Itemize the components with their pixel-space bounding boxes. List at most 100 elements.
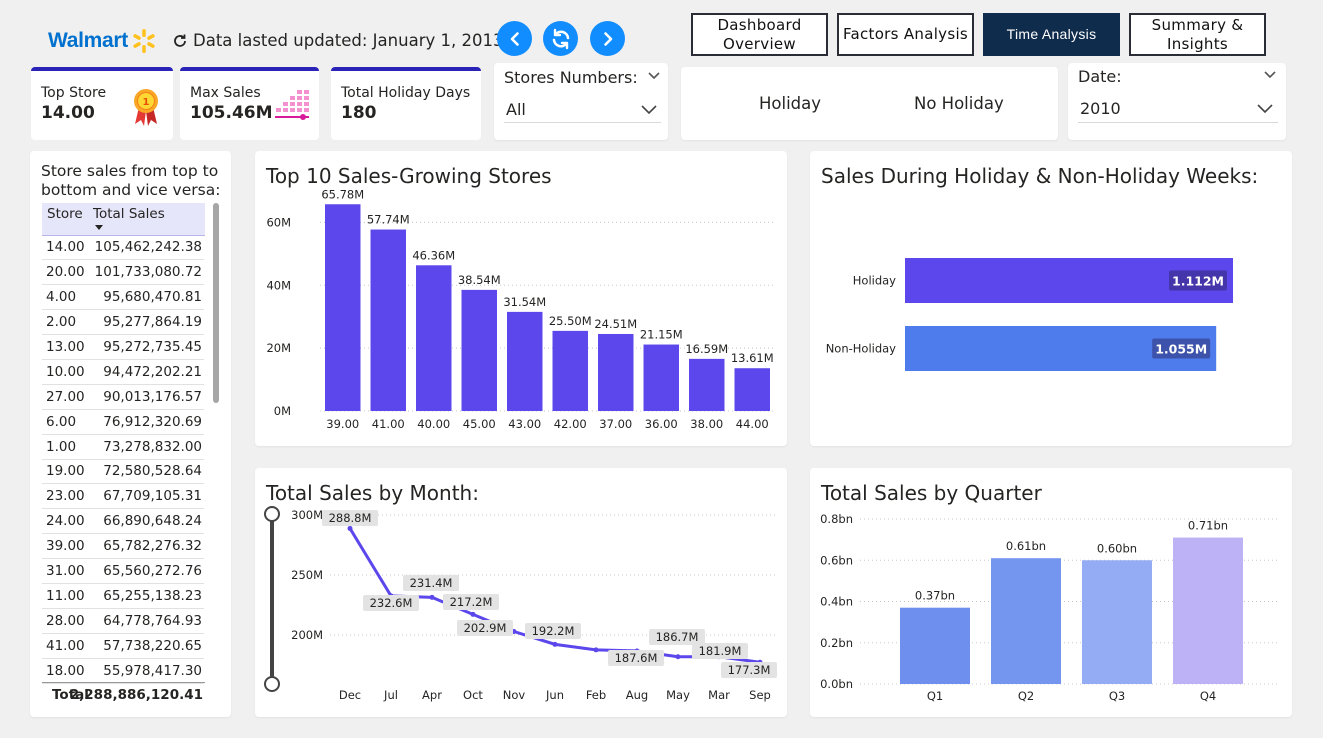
x-tick-label: May [666,688,690,702]
table-row[interactable]: 31.00 65,560,272.76 [42,558,204,584]
bar[interactable] [325,204,361,411]
data-point[interactable] [347,525,353,531]
data-point[interactable] [593,647,599,653]
table-row[interactable]: 19.00 72,580,528.64 [42,459,204,485]
data-point[interactable] [552,641,558,647]
tab-label: Time Analysis [1006,26,1097,42]
y-tick-label: 0.4bn [820,595,853,609]
col-header-store[interactable]: Store [47,206,83,222]
data-label: 38.54M [458,273,501,287]
table-row[interactable]: 18.00 55,978,417.30 [42,658,204,684]
date-dropdown[interactable]: 2010 [1078,96,1278,123]
table-row[interactable]: 11.00 65,255,138.23 [42,583,204,609]
walmart-logo: Walmart [48,26,157,56]
table-row[interactable]: 14.00 105,462,242.38 [42,235,204,261]
table-body: 14.00 105,462,242.38 20.00 101,733,080.72 4.… [42,235,204,684]
holiday-sales-chart: Holiday 1.112M Non-Holiday 1.055M [826,258,1233,371]
sales-cell: 90,013,176.57 [92,384,204,410]
tab-summary-insights[interactable]: Summary & Insights [1129,13,1266,56]
refresh-button[interactable] [543,21,578,56]
table-header[interactable]: Store Total Sales [42,203,205,236]
bar[interactable] [370,229,406,411]
brand-name: Walmart [48,29,128,52]
table-row[interactable]: 2.00 95,277,864.19 [42,309,204,336]
kpi-max-sales: Max Sales 105.46M [180,67,319,140]
table-row[interactable]: 4.00 95,680,470.81 [42,284,204,311]
stores-dropdown[interactable]: All [504,97,661,123]
store-cell: 24.00 [42,508,92,535]
bar[interactable] [689,358,725,411]
tab-label: Factors Analysis [842,25,969,43]
bar[interactable] [1173,537,1243,684]
bar[interactable] [507,311,543,411]
y-tick-label: 300M [291,508,323,522]
table-row[interactable]: 23.00 67,709,105.31 [42,483,204,510]
tab-dashboard-overview[interactable]: Dashboard Overview [691,13,828,56]
data-label: 57.74M [367,213,410,227]
kpi-holiday-days: Total Holiday Days 180 [331,67,481,140]
medal-icon: 1 [134,89,158,126]
data-label: 177.3M [728,663,771,677]
bar[interactable] [552,330,588,411]
bar[interactable] [734,368,770,411]
table-row[interactable]: 10.00 94,472,202.21 [42,359,204,385]
sales-cell: 66,890,648.24 [92,508,204,535]
sales-cell: 73,278,832.00 [92,434,204,460]
monthly-sales-chart: 200M 250M 300M Dec Jul Apr Oct Nov Jun Feb Aug May M… [264,506,777,702]
bar[interactable] [1082,560,1152,684]
chevron-down-icon [1257,104,1273,114]
store-cell: 1.00 [42,434,92,460]
col-header-sales[interactable]: Total Sales [93,206,165,222]
data-label: 181.9M [699,644,742,658]
scrollbar-thumb[interactable] [213,203,219,403]
store-cell: 10.00 [42,359,92,385]
data-label: 31.54M [503,295,546,309]
table-row[interactable]: 6.00 76,912,320.69 [42,409,204,435]
tab-time-analysis[interactable]: Time Analysis [983,13,1120,56]
table-row[interactable]: 13.00 95,272,735.45 [42,334,204,360]
kpi-value: 180 [341,103,377,123]
data-point[interactable] [429,594,435,600]
holiday-option[interactable]: Holiday [759,94,821,113]
sales-cell: 94,472,202.21 [92,359,204,385]
x-tick-label: 41.00 [372,417,405,431]
bar[interactable] [991,558,1061,684]
bar[interactable] [461,289,497,411]
x-tick-label: Dec [339,688,361,702]
data-label: 46.36M [412,248,455,262]
forward-button[interactable] [590,21,625,56]
y-tick-label: 0.0bn [820,677,853,691]
table-row[interactable]: 1.00 73,278,832.00 [42,434,204,460]
bar[interactable] [643,344,679,411]
sort-desc-icon[interactable] [94,224,104,232]
kpi-label: Top Store [41,85,107,101]
sales-cell: 72,580,528.64 [92,459,204,485]
table-row[interactable]: 20.00 101,733,080.72 [42,259,204,286]
x-tick-label: 40.00 [417,417,450,431]
table-row[interactable]: 41.00 57,738,220.65 [42,633,204,659]
bar[interactable] [416,265,452,411]
table-row[interactable]: 24.00 66,890,648.24 [42,508,204,535]
data-label: 217.2M [450,595,493,609]
no-holiday-option[interactable]: No Holiday [914,94,1004,113]
table-row[interactable]: 28.00 64,778,764.93 [42,608,204,634]
x-tick-label: Jun [545,688,564,702]
store-cell: 23.00 [42,483,92,510]
stores-dropdown-value: All [506,100,526,119]
chevron-down-icon[interactable] [1263,70,1277,80]
bar[interactable] [900,607,970,684]
x-tick-label: 38.00 [690,417,723,431]
data-point[interactable] [675,654,681,660]
sales-cell: 57,738,220.65 [92,633,204,659]
x-tick-label: 45.00 [463,417,496,431]
bar[interactable] [598,333,634,411]
chevron-down-icon[interactable] [647,71,661,81]
back-button[interactable] [497,21,532,56]
sales-cell: 101,733,080.72 [92,259,204,286]
data-point[interactable] [470,611,476,617]
table-row[interactable]: 39.00 65,782,276.32 [42,533,204,560]
y-tick-label: 60M [266,215,291,229]
table-row[interactable]: 27.00 90,013,176.57 [42,384,204,410]
x-tick-label: 43.00 [508,417,541,431]
tab-factors-analysis[interactable]: Factors Analysis [837,13,974,56]
